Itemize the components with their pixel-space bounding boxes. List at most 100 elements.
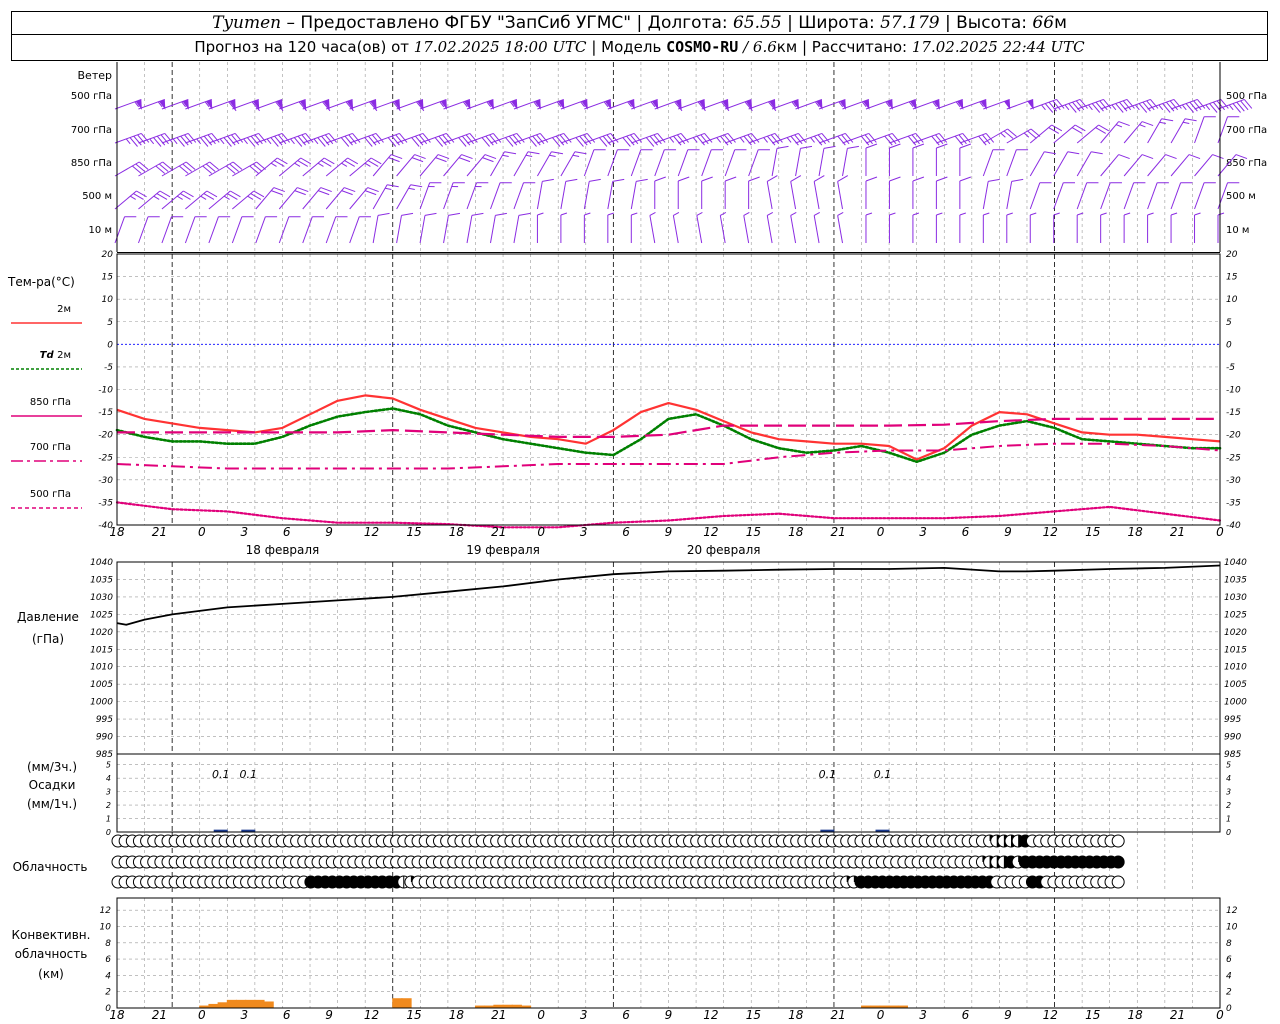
barb-full [138, 161, 149, 170]
wind-barb [748, 149, 770, 177]
barb-full [1133, 182, 1146, 184]
barb-shaft [982, 181, 989, 210]
barb-shaft [513, 215, 520, 244]
barb-shaft [255, 216, 266, 244]
day-label: 20 февраля [687, 543, 761, 557]
barb-full [312, 216, 325, 218]
wind-barb [701, 176, 713, 209]
barb-shaft [1029, 182, 1041, 210]
barb-shaft [1029, 124, 1053, 144]
barb-shaft [649, 215, 656, 244]
wind-barb [349, 216, 371, 244]
barb-full [664, 149, 677, 151]
wind-level-left: 500 гПа [71, 91, 112, 102]
barb-shaft [813, 215, 820, 244]
barb-full [265, 216, 278, 218]
barb-full [626, 135, 635, 146]
cloud-icon [1111, 855, 1125, 869]
wind-barb [255, 216, 278, 244]
wind-barb [325, 157, 359, 177]
conv-tick-left: 4 [105, 971, 111, 981]
time-label: 0 [537, 1008, 545, 1022]
wind-barb [719, 211, 727, 244]
time-label: 15 [746, 525, 761, 539]
time-label: 6 [622, 525, 630, 539]
barb-full [209, 161, 219, 170]
barb-shaft [490, 151, 505, 177]
barb-half [631, 212, 638, 216]
barb-half [720, 211, 727, 216]
prec-tick-left: 5 [106, 761, 111, 770]
time-label: 15 [746, 1008, 761, 1022]
barb-shaft [1006, 149, 1017, 177]
barb-shaft [302, 216, 313, 244]
barb-shaft [513, 151, 529, 177]
barb-full [180, 135, 189, 146]
wind-barb [912, 212, 920, 243]
barb-full [748, 176, 760, 182]
cloud-circle [1111, 834, 1125, 848]
barb-full [1188, 154, 1201, 160]
wind-barb [1053, 151, 1080, 177]
barb-full [162, 161, 173, 170]
wind-barb [631, 98, 659, 110]
barb-shaft [161, 216, 172, 244]
barb-full [232, 161, 243, 170]
wind-barb [1100, 182, 1122, 210]
wind-barb [231, 216, 254, 244]
temp-tick-left: 5 [107, 318, 113, 328]
wind-barb [1194, 212, 1201, 243]
barb-shaft [1053, 151, 1069, 177]
barb-shaft [325, 216, 337, 244]
prec-tick-right: 4 [1226, 774, 1231, 783]
barb-full [500, 182, 512, 184]
barb-shaft [466, 215, 473, 244]
barb-full [1119, 101, 1128, 112]
time-label: 21 [831, 525, 846, 539]
barb-full [1180, 182, 1193, 184]
conv-tick-right: 6 [1226, 955, 1232, 965]
barb-shaft [607, 181, 614, 210]
barb-half [1064, 104, 1070, 111]
barb-full [1091, 151, 1103, 155]
temp-tick-left: 20 [102, 250, 114, 260]
wind-barb [326, 98, 354, 112]
barb-full [364, 137, 373, 147]
barb-full [542, 178, 554, 182]
barb-full [1227, 116, 1240, 118]
barb-full [1165, 154, 1177, 160]
barb-full [599, 137, 608, 147]
time-label: 9 [665, 1008, 673, 1022]
wind-level-right: 700 гПа [1226, 125, 1267, 136]
wind-level-left: 10 м [89, 225, 112, 236]
barb-half [1111, 104, 1117, 111]
barb-full [448, 212, 461, 216]
barb-full [1068, 103, 1077, 113]
time-label: 6 [283, 525, 291, 539]
conv-tick-left: 6 [105, 955, 111, 965]
barb-full [1072, 101, 1081, 112]
legend-italic: Td [40, 350, 57, 361]
wind-barb [607, 212, 614, 243]
barb-full [1236, 101, 1245, 112]
wind-barb [982, 212, 990, 243]
time-label: 0 [1216, 525, 1224, 539]
barb-full [743, 135, 752, 146]
wind-barb [1170, 212, 1178, 243]
barb-shaft [443, 182, 454, 210]
convective-bar [217, 1002, 228, 1008]
barb-full [936, 176, 948, 182]
convective-bar [235, 999, 247, 1008]
barb-full [724, 176, 737, 182]
barb-half [739, 137, 745, 143]
barb-full [988, 178, 1000, 182]
cloud-cover-icons [111, 834, 1125, 889]
precip-label: 0.1 [212, 768, 230, 781]
conv-title-1: Конвективн. [12, 928, 91, 942]
wind-barb [1076, 151, 1103, 177]
barb-shaft [837, 215, 844, 244]
wind-barb [513, 212, 531, 244]
barb-full [837, 175, 849, 182]
barb-half [763, 137, 768, 143]
temp-tick-right: 15 [1226, 273, 1238, 283]
